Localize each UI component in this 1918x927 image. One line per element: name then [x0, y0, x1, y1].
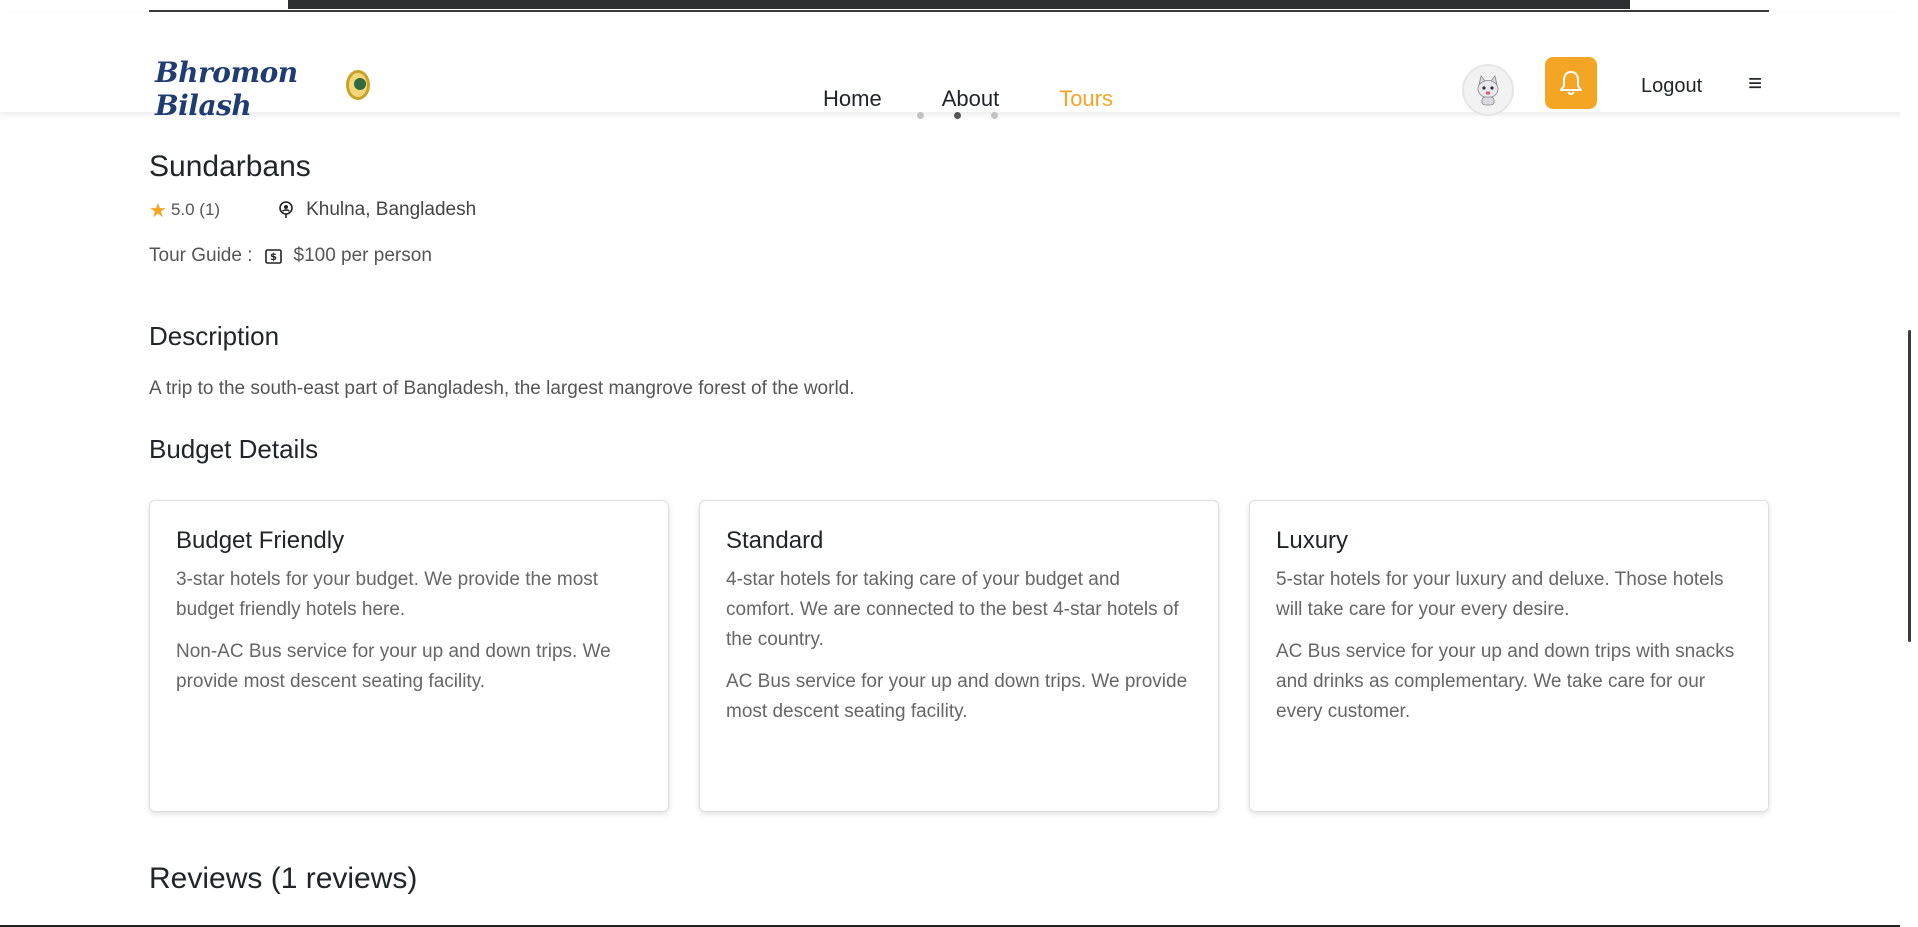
location-text: Khulna, Bangladesh — [306, 199, 477, 220]
bell-icon — [1560, 71, 1582, 95]
budget-heading: Budget Details — [149, 434, 319, 464]
page-scrollbar[interactable] — [1900, 0, 1918, 927]
navbar: Bhromon Bilash Home About Tours Logout ≡ — [0, 12, 1918, 122]
card-title: Standard — [726, 527, 824, 554]
location-pin-icon — [279, 201, 293, 218]
nav-link-about[interactable]: About — [942, 86, 1000, 112]
budget-card-standard: Standard 4-star hotels for taking care o… — [699, 500, 1219, 812]
card-hotel-text: 5-star hotels for your luxury and deluxe… — [1276, 569, 1724, 620]
notifications-button[interactable] — [1545, 57, 1597, 109]
reviews-heading: Reviews (1 reviews) — [149, 862, 418, 895]
nav-links: Home About Tours — [823, 86, 1173, 112]
rating: ★ 5.0 (1) — [149, 198, 220, 223]
tour-meta: ★ 5.0 (1) Khulna, Bangladesh — [149, 195, 1769, 225]
nav-link-tours[interactable]: Tours — [1059, 86, 1113, 112]
scrollbar-thumb[interactable] — [1908, 330, 1911, 642]
tour-guide-row: Tour Guide : $ $100 per person — [149, 245, 1769, 267]
carousel-indicators — [917, 112, 998, 119]
rating-value: 5.0 (1) — [170, 200, 221, 219]
nav-link-home[interactable]: Home — [823, 86, 882, 112]
hamburger-icon[interactable]: ≡ — [1748, 72, 1762, 96]
budget-card-budget-friendly: Budget Friendly 3-star hotels for your b… — [149, 500, 669, 812]
tour-content: Sundarbans ★ 5.0 (1) Khulna, Bangladesh … — [149, 145, 1769, 896]
tour-guide-label: Tour Guide : — [149, 245, 253, 266]
star-icon: ★ — [149, 199, 167, 222]
cat-avatar-icon — [1477, 75, 1499, 106]
budget-card-luxury: Luxury 5-star hotels for your luxury and… — [1249, 500, 1769, 812]
money-icon: $ — [264, 248, 282, 264]
carousel-dot[interactable] — [917, 112, 924, 119]
card-transport-text: AC Bus service for your up and down trip… — [1276, 641, 1735, 722]
carousel-dot-active[interactable] — [954, 112, 961, 119]
hero-image-strip — [0, 0, 1918, 12]
globe-icon — [345, 70, 370, 100]
card-transport-text: Non-AC Bus service for your up and down … — [176, 641, 611, 692]
budget-cards: Budget Friendly 3-star hotels for your b… — [149, 500, 1769, 812]
card-title: Luxury — [1276, 527, 1349, 554]
logout-link[interactable]: Logout — [1641, 75, 1702, 98]
hero-image-edge — [288, 0, 1630, 9]
card-title: Budget Friendly — [176, 527, 345, 554]
svg-text:$: $ — [270, 252, 277, 263]
card-hotel-text: 3-star hotels for your budget. We provid… — [176, 569, 599, 620]
description-heading: Description — [149, 321, 280, 351]
tour-title: Sundarbans — [149, 150, 311, 183]
description-text: A trip to the south-east part of Banglad… — [149, 378, 855, 399]
tour-guide-price: $100 per person — [293, 245, 432, 266]
user-avatar[interactable] — [1462, 64, 1514, 116]
carousel-dot[interactable] — [991, 112, 998, 119]
card-hotel-text: 4-star hotels for taking care of your bu… — [726, 569, 1179, 650]
tour-detail-page: Bhromon Bilash Home About Tours Logout ≡… — [0, 0, 1918, 927]
brand-logo[interactable]: Bhromon Bilash — [155, 56, 370, 122]
card-transport-text: AC Bus service for your up and down trip… — [726, 671, 1188, 722]
location: Khulna, Bangladesh — [278, 199, 476, 221]
brand-logo-text: Bhromon Bilash — [155, 56, 298, 122]
